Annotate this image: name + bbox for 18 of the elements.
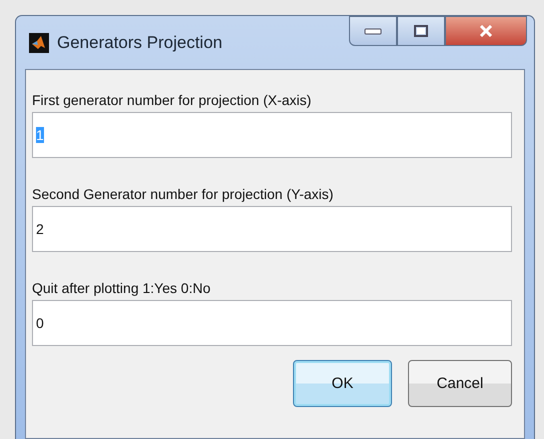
minimize-button[interactable] <box>349 16 397 46</box>
input-field[interactable]: 2 <box>32 206 512 252</box>
window-title: Generators Projection <box>57 32 222 52</box>
field-label: Quit after plotting 1:Yes 0:No <box>32 280 212 296</box>
maximize-button[interactable] <box>397 16 445 46</box>
field-label: Second Generator number for projection (Y-axis) <box>32 186 334 202</box>
cancel-button[interactable]: Cancel <box>408 360 512 407</box>
field-value: 1 <box>36 127 44 143</box>
maximize-icon <box>414 25 428 37</box>
app-icon <box>29 32 49 52</box>
close-button[interactable] <box>445 16 527 46</box>
input-field[interactable]: 0 <box>32 300 512 346</box>
field-label: First generator number for projection (X-axis) <box>32 92 312 108</box>
close-icon <box>479 25 493 37</box>
ok-button[interactable]: OK <box>293 360 392 407</box>
field-value: 2 <box>36 221 44 237</box>
field-value: 0 <box>36 315 44 331</box>
minimize-icon <box>364 27 382 35</box>
